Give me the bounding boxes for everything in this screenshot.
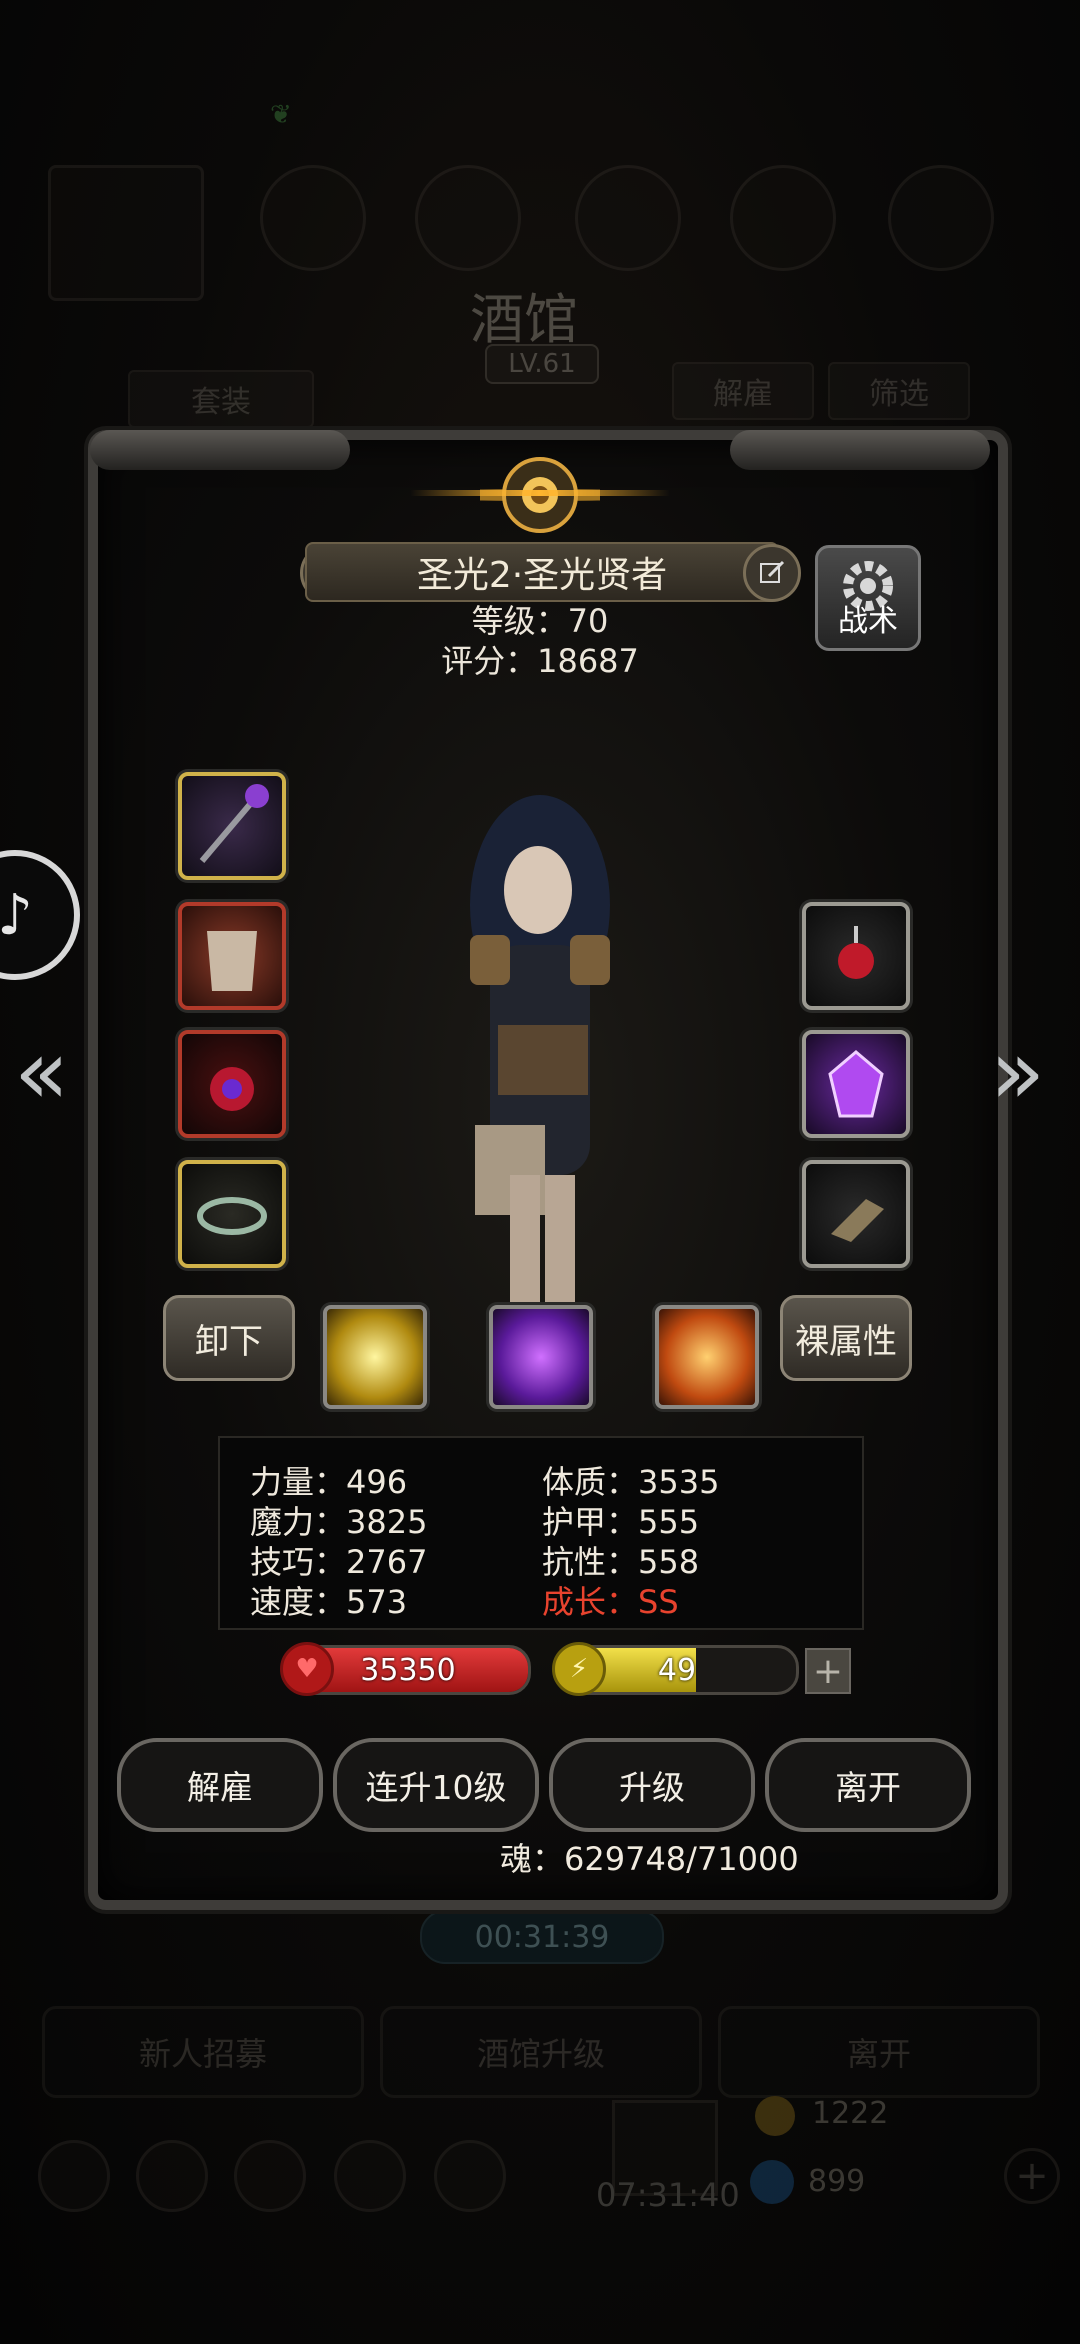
bg-add-icon[interactable]: + <box>1004 2148 1060 2204</box>
top-orb-icon-5[interactable] <box>888 165 994 271</box>
soul-counter: 魂：629748/71000 <box>500 1840 799 1878</box>
gem-count: 899 <box>808 2164 866 2199</box>
dismiss-button[interactable]: 解雇 <box>117 1738 323 1832</box>
equip-slot-gem[interactable] <box>802 1030 910 1138</box>
bottom-timer: 07:31:40 <box>596 2176 740 2214</box>
armor-icon <box>207 931 257 991</box>
equip-slot-gauntlet[interactable] <box>802 1160 910 1268</box>
recruit-button[interactable]: 新人招募 <box>42 2006 364 2098</box>
naked-attr-button[interactable]: 裸属性 <box>780 1295 912 1381</box>
filter-button[interactable]: 筛选 <box>828 362 970 420</box>
stat-growth: 成长：SS <box>542 1583 679 1621</box>
heart-icon: ♥ <box>280 1642 334 1696</box>
purple-gem-icon <box>828 1050 884 1118</box>
equip-slot-pendant[interactable] <box>802 902 910 1010</box>
bg-dismiss-button[interactable]: 解雇 <box>672 362 814 420</box>
bg-leave-button[interactable]: 离开 <box>718 2006 1040 2098</box>
light-burst-icon[interactable] <box>323 1305 427 1409</box>
edit-icon <box>760 560 785 583</box>
top-orb-icon-2[interactable] <box>415 165 521 271</box>
bottom-icon-1[interactable] <box>38 2140 110 2212</box>
equip-slot-armor[interactable] <box>178 902 286 1010</box>
equip-slot-weapon[interactable] <box>178 772 286 880</box>
tavern-level: LV.61 <box>485 344 599 384</box>
leave-button[interactable]: 离开 <box>765 1738 971 1832</box>
add-energy-button[interactable]: + <box>805 1648 851 1694</box>
hero-name: 圣光2·圣光贤者 <box>416 555 668 596</box>
prev-hero-arrow-icon[interactable]: « <box>14 1020 69 1125</box>
hero-name-bar: 圣光2·圣光贤者 <box>305 542 779 602</box>
top-orb-icon-1[interactable] <box>260 165 366 271</box>
amulet-icon <box>210 1067 254 1111</box>
next-hero-arrow-icon[interactable]: » <box>990 1020 1045 1125</box>
set-button[interactable]: 套装 <box>128 370 314 428</box>
gauntlet-icon <box>831 1199 884 1242</box>
leaf-icon: ❦ <box>270 100 292 130</box>
bottom-icon-5[interactable] <box>434 2140 506 2212</box>
hero-score: 评分：18687 <box>441 642 639 680</box>
bottom-icon-4[interactable] <box>334 2140 406 2212</box>
purple-rune-icon[interactable] <box>489 1305 593 1409</box>
equip-slot-ring[interactable] <box>178 1160 286 1268</box>
ring-icon <box>197 1197 267 1235</box>
tactics-button[interactable]: 战术 <box>815 545 921 651</box>
lightning-icon: ⚡ <box>552 1642 606 1696</box>
stat-speed: 速度：573 <box>250 1583 408 1621</box>
coin-icon <box>755 2096 795 2136</box>
rename-button[interactable] <box>743 544 801 602</box>
unequip-button[interactable]: 卸下 <box>163 1295 295 1381</box>
top-portrait-icon[interactable] <box>48 165 204 301</box>
top-orb-icon-4[interactable] <box>730 165 836 271</box>
bottom-icon-2[interactable] <box>136 2140 208 2212</box>
frame-ornament-left <box>90 430 350 470</box>
ruby-pendant-icon <box>838 926 874 979</box>
gem-icon <box>750 2160 794 2204</box>
upgrade-tavern-button[interactable]: 酒馆升级 <box>380 2006 702 2098</box>
equip-slot-amulet[interactable] <box>178 1030 286 1138</box>
bg-timer: 00:31:39 <box>420 1910 664 1964</box>
emblem-glow <box>410 490 670 496</box>
staff-icon <box>199 784 269 863</box>
tactics-label: 战术 <box>838 604 898 639</box>
tavern-title: 酒馆 <box>470 288 578 351</box>
coin-count: 1222 <box>812 2096 889 2131</box>
level-up-10-button[interactable]: 连升10级 <box>333 1738 539 1832</box>
bottom-icon-3[interactable] <box>234 2140 306 2212</box>
top-orb-icon-3[interactable] <box>575 165 681 271</box>
holy-shield-icon[interactable] <box>655 1305 759 1409</box>
level-up-button[interactable]: 升级 <box>549 1738 755 1832</box>
frame-ornament-right <box>730 430 990 470</box>
